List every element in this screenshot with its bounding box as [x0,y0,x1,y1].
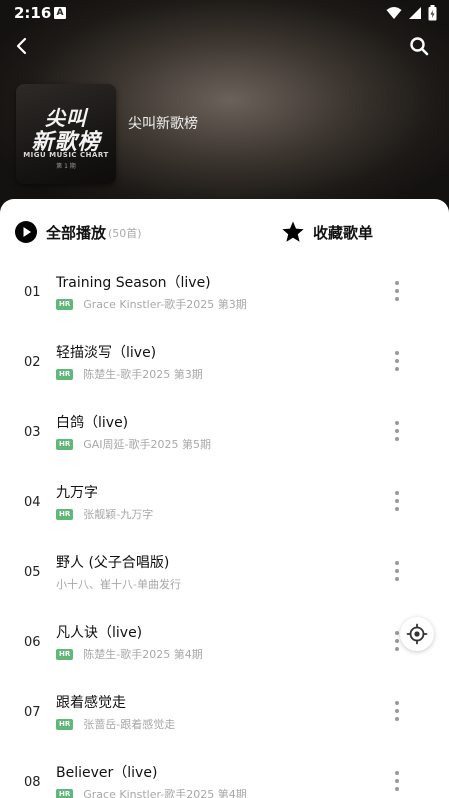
locate-current-song-button[interactable] [400,617,434,651]
status-icons [386,5,437,21]
song-meta: HR Grace Kinstler-歌手2025 第4期 [56,787,247,798]
song-artist: 陈楚生-歌手2025 第3期 [83,368,203,381]
song-number: 04 [24,495,41,510]
playlist-title: 尖叫新歌榜 [128,116,198,132]
star-icon [282,221,304,242]
search-button[interactable] [407,34,431,58]
song-number: 06 [24,635,41,650]
song-artist: 张蔷岳-跟着感觉走 [83,718,176,731]
signal-icon [409,7,421,19]
more-options-icon[interactable] [390,489,404,513]
more-options-icon[interactable] [390,279,404,303]
song-list-sheet: 全部播放 (50首) 收藏歌单 01 Training Season（live)… [0,199,449,798]
song-meta: HR 陈楚生-歌手2025 第3期 [56,367,203,381]
battery-icon [428,5,437,21]
song-number: 05 [24,565,41,580]
status-time: 2:16 [14,4,52,22]
song-artist: 张靓颖-九万字 [83,508,154,521]
song-meta: HR GAI周延-歌手2025 第5期 [56,437,211,451]
song-list: 01 Training Season（live) HR Grace Kinstl… [0,261,449,798]
hr-badge: HR [56,298,74,310]
song-title: 凡人诀（live) [56,625,143,641]
favorite-playlist-button[interactable]: 收藏歌单 [281,219,373,245]
more-options-icon[interactable] [390,349,404,373]
song-row[interactable]: 07 跟着感觉走 HR 张蔷岳-跟着感觉走 [0,681,449,751]
song-title: 九万字 [56,485,98,501]
notification-a-icon: A [54,7,66,19]
song-artist: GAI周延-歌手2025 第5期 [83,438,212,451]
song-meta: HR 张蔷岳-跟着感觉走 [56,717,175,731]
song-title: 野人 (父子合唱版) [56,555,170,571]
song-row[interactable]: 02 轻描淡写（live) HR 陈楚生-歌手2025 第3期 [0,331,449,401]
more-options-icon[interactable] [390,559,404,583]
hr-badge: HR [56,648,74,660]
song-row[interactable]: 03 白鸽（live) HR GAI周延-歌手2025 第5期 [0,401,449,471]
song-meta: HR 张靓颖-九万字 [56,507,153,521]
song-title: 白鸽（live) [56,415,129,431]
song-number: 02 [24,355,41,370]
hr-badge: HR [56,438,74,450]
song-artist: 陈楚生-歌手2025 第4期 [83,648,203,661]
song-row[interactable]: 08 Believer（live) HR Grace Kinstler-歌手20… [0,751,449,798]
song-count: (50首) [108,227,142,240]
more-options-icon[interactable] [390,419,404,443]
hr-badge: HR [56,788,74,798]
cover-subtitle: MIGU MUSIC CHART [23,151,109,159]
song-title: Believer（live) [56,765,158,781]
song-meta: HR 陈楚生-歌手2025 第4期 [56,647,203,661]
search-icon [410,37,429,56]
chevron-left-icon [16,37,27,55]
song-row[interactable]: 05 野人 (父子合唱版) 小十八、崔十八-单曲发行 [0,541,449,611]
song-title: 跟着感觉走 [56,695,126,711]
locate-icon [406,623,428,645]
play-all-button[interactable]: 全部播放 (50首) [14,219,142,245]
song-artist: Grace Kinstler-歌手2025 第4期 [83,788,247,798]
song-number: 03 [24,425,41,440]
song-meta: 小十八、崔十八-单曲发行 [56,577,181,591]
song-number: 07 [24,705,41,720]
back-button[interactable] [10,34,34,58]
hr-badge: HR [56,718,74,730]
song-row[interactable]: 04 九万字 HR 张靓颖-九万字 [0,471,449,541]
wifi-icon [386,7,402,19]
playlist-header: 2:16 A 尖叫 新歌榜 MIGU MUSIC CHART 第 1 期 尖叫新… [0,0,449,230]
hr-badge: HR [56,508,74,520]
song-artist: Grace Kinstler-歌手2025 第3期 [83,298,247,311]
play-all-label: 全部播放 [46,223,107,242]
hr-badge: HR [56,368,74,380]
song-number: 01 [24,285,41,300]
playlist-cover[interactable]: 尖叫 新歌榜 MIGU MUSIC CHART 第 1 期 [16,84,116,184]
favorite-label: 收藏歌单 [313,223,374,242]
more-options-icon[interactable] [390,769,404,793]
song-row[interactable]: 06 凡人诀（live) HR 陈楚生-歌手2025 第4期 [0,611,449,681]
song-meta: HR Grace Kinstler-歌手2025 第3期 [56,297,247,311]
status-bar: 2:16 A [0,0,449,26]
song-title: 轻描淡写（live) [56,345,157,361]
cover-issue: 第 1 期 [56,163,76,170]
song-number: 08 [24,775,41,790]
song-artist: 小十八、崔十八-单曲发行 [56,578,181,591]
more-options-icon[interactable] [390,699,404,723]
song-row[interactable]: 01 Training Season（live) HR Grace Kinstl… [0,261,449,331]
song-title: Training Season（live) [56,275,211,291]
play-circle-icon [15,221,37,243]
